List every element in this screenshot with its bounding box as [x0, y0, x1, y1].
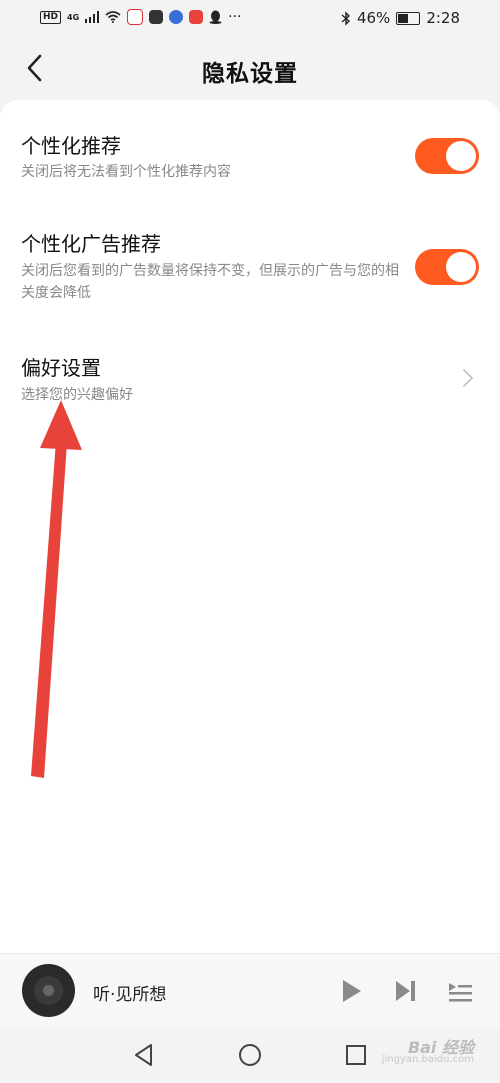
setting-title: 个性化推荐	[21, 134, 121, 158]
next-icon	[396, 981, 415, 1001]
app-screen: HD 4G ··· 46% 2:28 隐私设置 个性化推荐 关闭后将无法看到个性…	[0, 0, 500, 1083]
nav-back-button[interactable]	[130, 1041, 158, 1069]
battery-fill	[398, 13, 409, 23]
square-recents-icon	[346, 1045, 366, 1065]
setting-title: 偏好设置	[21, 356, 101, 380]
personalized-ads-toggle[interactable]	[415, 249, 479, 285]
bot-app-icon	[149, 10, 164, 24]
signal-icon	[85, 11, 100, 23]
setting-personalized-recommendation[interactable]: 个性化推荐 关闭后将无法看到个性化推荐内容	[0, 120, 500, 200]
circle-home-icon	[239, 1044, 261, 1066]
settings-list: 个性化推荐 关闭后将无法看到个性化推荐内容 个性化广告推荐 关闭后您看到的广告数…	[0, 100, 500, 953]
app-notification-icon	[127, 9, 144, 25]
play-icon	[343, 980, 361, 1002]
wifi-icon	[105, 11, 121, 23]
network-type: 4G	[67, 12, 80, 22]
nav-home-button[interactable]	[236, 1041, 264, 1069]
setting-personalized-ads[interactable]: 个性化广告推荐 关闭后您看到的广告数量将保持不变，但展示的广告与您的相关度会降低	[0, 218, 500, 318]
setting-subtitle: 关闭后您看到的广告数量将保持不变，但展示的广告与您的相关度会降低	[21, 263, 399, 301]
qq-icon	[209, 10, 222, 24]
hd-badge: HD	[40, 10, 62, 24]
setting-subtitle: 选择您的兴趣偏好	[21, 387, 133, 403]
battery-percent: 46%	[356, 9, 391, 27]
toggle-knob	[446, 141, 476, 171]
nav-recents-button[interactable]	[342, 1041, 370, 1069]
music-app-icon	[169, 10, 184, 24]
chevron-right-icon	[463, 369, 474, 387]
clock: 2:28	[426, 9, 460, 27]
battery-icon	[396, 11, 421, 25]
page-title: 隐私设置	[202, 61, 298, 87]
next-button[interactable]	[391, 976, 421, 1006]
play-button[interactable]	[336, 976, 366, 1006]
header: 隐私设置	[0, 38, 500, 100]
status-left: HD 4G ···	[40, 9, 242, 25]
setting-preferences[interactable]: 偏好设置 选择您的兴趣偏好	[0, 342, 500, 417]
track-title: 听·见所想	[93, 985, 167, 1005]
watermark-sub: jingyan.baidu.com	[381, 1054, 474, 1065]
personalized-recommendation-toggle[interactable]	[415, 138, 479, 174]
status-bar: HD 4G ··· 46% 2:28	[0, 0, 500, 38]
triangle-back-icon	[135, 1044, 152, 1066]
toggle-knob	[446, 252, 476, 282]
playlist-button[interactable]	[446, 976, 476, 1006]
more-notifications: ···	[228, 9, 242, 25]
album-disc[interactable]	[22, 964, 75, 1017]
setting-title: 个性化广告推荐	[21, 232, 161, 256]
red-app-icon	[189, 10, 204, 24]
setting-subtitle: 关闭后将无法看到个性化推荐内容	[21, 164, 231, 180]
status-right: 46% 2:28	[341, 9, 460, 27]
playlist-icon	[449, 983, 472, 1002]
bluetooth-icon	[341, 10, 350, 26]
mini-player[interactable]: 听·见所想	[0, 953, 500, 1028]
